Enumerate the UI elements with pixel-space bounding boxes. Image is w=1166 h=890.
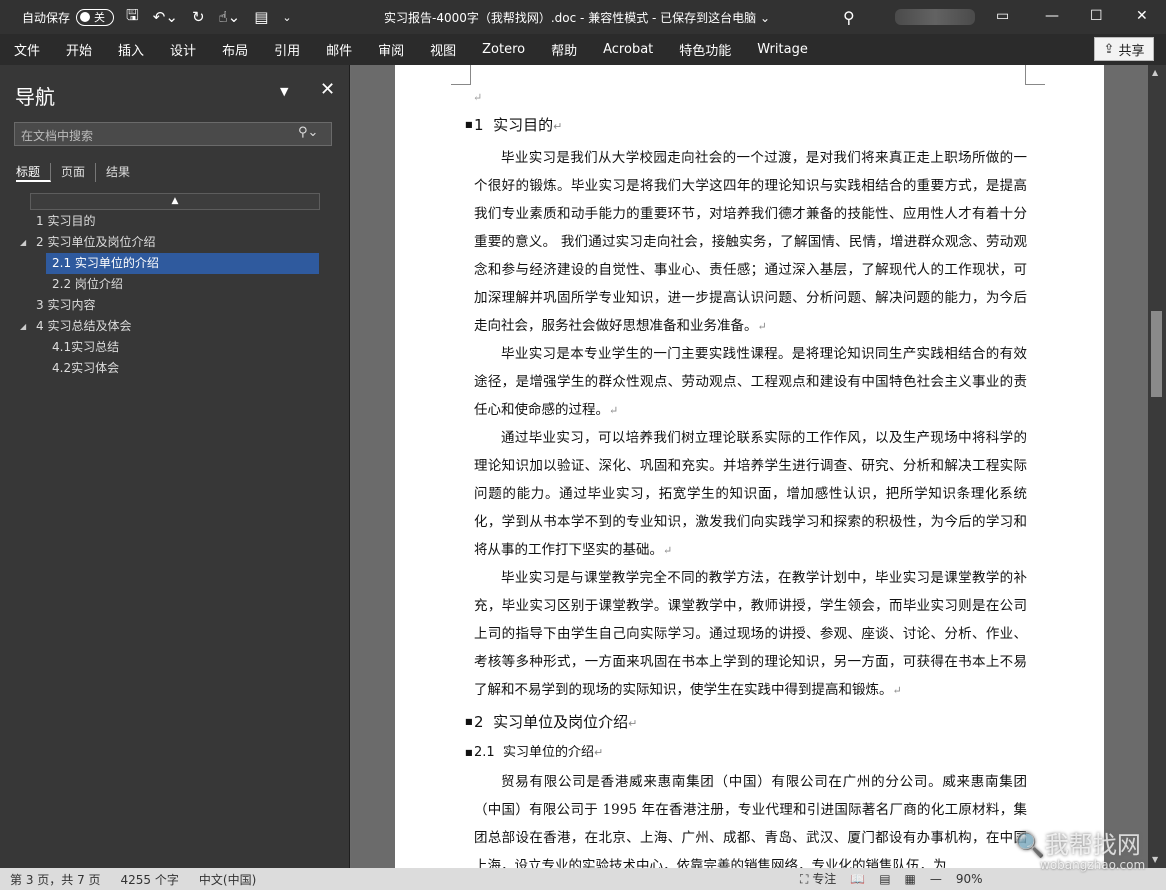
zoom-out-icon[interactable]: — (930, 872, 942, 886)
nav-title: 导航 (15, 85, 55, 109)
close-icon[interactable]: ✕ (1136, 8, 1148, 24)
read-mode-icon[interactable]: 📖 (850, 872, 865, 886)
expand-icon[interactable]: ◢ (20, 232, 26, 253)
outline-item[interactable]: 1 实习目的 (0, 211, 350, 232)
outline-item[interactable]: 2.2 岗位介绍 (0, 274, 350, 295)
touch-mode-icon[interactable]: ☝⌄ (219, 8, 241, 26)
undo-icon[interactable]: ↶⌄ (153, 8, 178, 26)
title-bar: 自动保存 关 🖫 ↶⌄ ↻ ☝⌄ ▤ ⌄ 实习报告-4000字（我帮找网）.do… (0, 0, 1166, 34)
quick-access-toolbar: 🖫 ↶⌄ ↻ ☝⌄ ▤ ⌄ (126, 5, 292, 30)
scroll-up-icon[interactable]: ▲ (1152, 68, 1158, 77)
watermark-logo: 🔍我帮找网 (1015, 831, 1141, 859)
tab-features[interactable]: 特色功能 (666, 40, 744, 59)
nav-tabs: 标题 页面 结果 (16, 163, 150, 182)
heading-1[interactable]: ■ 1 实习目的↵ (465, 111, 1027, 141)
autosave-state: 关 (94, 11, 106, 24)
nav-close-icon[interactable]: ✕ (320, 79, 335, 100)
body-paragraph[interactable]: 通过毕业实习，可以培养我们树立理论联系实际的工作作风，以及生产现场中将科学的理论… (474, 424, 1027, 565)
print-layout-icon[interactable]: ▤ (879, 872, 890, 886)
avatar[interactable] (895, 9, 975, 25)
tab-zotero[interactable]: Zotero (469, 42, 538, 57)
outline-item[interactable]: 4.2实习体会 (0, 358, 350, 379)
tab-insert[interactable]: 插入 (105, 40, 157, 59)
heading-bullet: ■ (465, 120, 473, 129)
nav-options-icon[interactable]: ▼ (280, 85, 288, 98)
customize-icon[interactable]: ⌄ (282, 11, 291, 24)
expand-icon[interactable]: ◢ (20, 316, 26, 337)
redo-icon[interactable]: ↻ (192, 8, 205, 26)
outline-item[interactable]: ◢ 2 实习单位及岗位介绍 (0, 232, 350, 253)
paragraph-mark: ↵ (473, 91, 483, 104)
heading-2[interactable]: ■ 2.1 实习单位的介绍↵ (465, 739, 1027, 767)
body-paragraph[interactable]: 毕业实习是与课堂教学完全不同的教学方法，在教学计划中，毕业实习是课堂教学的补充，… (474, 564, 1027, 705)
nav-search-input[interactable]: 在文档中搜索 (14, 122, 332, 146)
outline-item-selected[interactable]: 2.1 实习单位的介绍 (0, 253, 350, 274)
maximize-icon[interactable]: ☐ (1090, 8, 1103, 24)
zoom-level[interactable]: 90% (956, 872, 983, 886)
language-indicator[interactable]: 中文(中国) (199, 871, 256, 888)
save-icon[interactable]: 🖫 (126, 5, 139, 30)
tab-review[interactable]: 审阅 (365, 40, 417, 59)
document-page[interactable]: ↵ ■ 1 实习目的↵ 毕业实习是我们从大学校园走向社会的一个过渡，是对我们将来… (395, 65, 1104, 868)
watermark-url: wobangzhao.com (1040, 858, 1146, 872)
document-canvas[interactable]: ↵ ■ 1 实习目的↵ 毕业实习是我们从大学校园走向社会的一个过渡，是对我们将来… (351, 65, 1148, 868)
minimize-icon[interactable]: — (1045, 8, 1059, 24)
autosave-control[interactable]: 自动保存 关 (22, 8, 115, 26)
body-paragraph[interactable]: 毕业实习是本专业学生的一门主要实践性课程。是将理论知识同生产实践相结合的有效途径… (474, 340, 1027, 425)
view-controls: ⛶ 专注 📖 ▤ ▦ — 90% (800, 870, 983, 887)
heading-outline: 1 实习目的 ◢ 2 实习单位及岗位介绍 2.1 实习单位的介绍 2.2 岗位介绍… (0, 211, 350, 379)
share-button[interactable]: ⇪ 共享 (1094, 37, 1154, 61)
scrollbar-thumb[interactable] (1151, 311, 1162, 397)
scroll-down-icon[interactable]: ▼ (1152, 855, 1158, 864)
tab-mailings[interactable]: 邮件 (313, 40, 365, 59)
search-icon[interactable]: ⚲⌄ (298, 125, 318, 140)
outline-item[interactable]: ◢ 4 实习总结及体会 (0, 316, 350, 337)
outline-item[interactable]: 4.1实习总结 (0, 337, 350, 358)
outline-item[interactable]: 3 实习内容 (0, 295, 350, 316)
crop-mark (451, 65, 471, 85)
tab-writage[interactable]: Writage (744, 42, 821, 57)
crop-mark (1025, 65, 1045, 85)
document-title[interactable]: 实习报告-4000字（我帮找网）.doc - 兼容性模式 - 已保存到这台电脑 … (384, 9, 770, 26)
focus-mode-button[interactable]: ⛶ 专注 (800, 870, 836, 887)
page-count[interactable]: 第 3 页，共 7 页 (10, 871, 101, 888)
tab-view[interactable]: 视图 (417, 40, 469, 59)
tab-design[interactable]: 设计 (157, 40, 209, 59)
tab-help[interactable]: 帮助 (538, 40, 590, 59)
ribbon-display-icon[interactable]: ▭ (996, 8, 1009, 24)
autosave-toggle[interactable]: 关 (76, 8, 115, 26)
share-icon: ⇪ (1103, 41, 1115, 57)
tab-home[interactable]: 开始 (53, 40, 105, 59)
tab-file[interactable]: 文件 (0, 40, 53, 59)
tab-results[interactable]: 结果 (106, 163, 140, 182)
tab-pages[interactable]: 页面 (61, 163, 97, 182)
heading-bullet: ■ (465, 717, 473, 726)
share-label: 共享 (1118, 43, 1145, 59)
tab-layout[interactable]: 布局 (209, 40, 261, 59)
vertical-scrollbar[interactable]: ▲ ▼ (1148, 65, 1166, 868)
print-preview-icon[interactable]: ▤ (254, 8, 268, 26)
focus-icon: ⛶ (800, 872, 809, 886)
tab-headings[interactable]: 标题 (16, 163, 52, 182)
body-paragraph[interactable]: 毕业实习是我们从大学校园走向社会的一个过渡，是对我们将来真正走上职场所做的一个很… (474, 144, 1027, 341)
heading-1[interactable]: ■ 2 实习单位及岗位介绍↵ (465, 708, 1027, 738)
heading-bullet: ■ (465, 748, 473, 757)
tab-acrobat[interactable]: Acrobat (590, 42, 666, 57)
search-icon[interactable]: ⚲ (843, 8, 855, 27)
navigation-pane: 导航 ▼ ✕ 在文档中搜索 ⚲⌄ 标题 页面 结果 ▲ 1 实习目的 ◢ 2 实习… (0, 65, 350, 868)
autosave-label: 自动保存 (22, 10, 71, 25)
ribbon-tabs: 文件 开始 插入 设计 布局 引用 邮件 审阅 视图 Zotero 帮助 Acr… (0, 34, 1166, 65)
status-bar: 第 3 页，共 7 页 4255 个字 中文(中国) ⛶ 专注 📖 ▤ ▦ — … (0, 868, 1166, 890)
body-paragraph[interactable]: 贸易有限公司是香港威来惠南集团（中国）有限公司在广州的分公司。威来惠南集团（中国… (474, 768, 1027, 868)
collapse-up-icon[interactable]: ▲ (30, 193, 320, 210)
word-count[interactable]: 4255 个字 (121, 871, 179, 888)
web-layout-icon[interactable]: ▦ (905, 872, 916, 886)
tab-references[interactable]: 引用 (261, 40, 313, 59)
